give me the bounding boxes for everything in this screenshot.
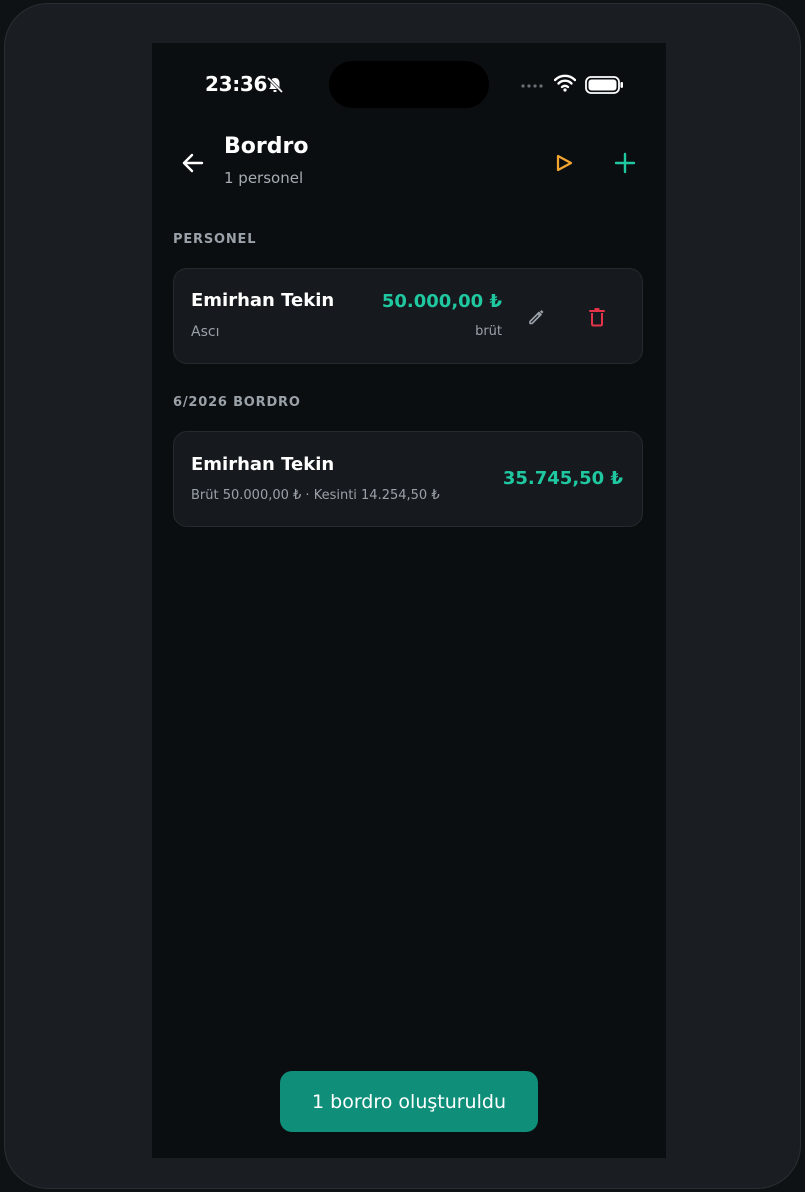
payroll-net-amount: 35.745,50 ₺ [502,468,623,489]
section-label-payroll: 6/2026 BORDRO [173,395,301,410]
dynamic-island [329,61,489,108]
signal-icon [521,84,543,88]
delete-icon[interactable] [588,307,606,327]
payroll-card[interactable]: Emirhan Tekin Brüt 50.000,00 ₺ · Kesinti… [173,431,643,527]
personnel-amount: 50.000,00 ₺ [381,291,502,312]
personnel-name: Emirhan Tekin [191,290,335,311]
personnel-role: Ascı [191,324,220,340]
wifi-icon [554,74,576,92]
app-screen: 23:36 Bordro 1 personel PERSONEL Emirhan… [152,43,666,1158]
bell-off-icon [266,76,284,94]
back-icon[interactable] [180,150,206,176]
section-label-personnel: PERSONEL [173,232,257,247]
payroll-name: Emirhan Tekin [191,454,335,475]
status-time: 23:36 [205,72,268,96]
device-frame: 23:36 Bordro 1 personel PERSONEL Emirhan… [4,3,801,1189]
page-subtitle: 1 personel [224,169,304,187]
personnel-card[interactable]: Emirhan Tekin Ascı 50.000,00 ₺ brüt [173,268,643,364]
page-title: Bordro [224,134,309,159]
plus-icon[interactable] [613,151,637,175]
payroll-details: Brüt 50.000,00 ₺ · Kesinti 14.254,50 ₺ [191,488,440,503]
personnel-amount-note: brüt [475,324,502,339]
battery-icon [585,76,623,94]
toast-message: 1 bordro oluşturuldu [280,1071,538,1132]
play-icon[interactable] [554,153,574,173]
edit-icon[interactable] [526,307,546,327]
